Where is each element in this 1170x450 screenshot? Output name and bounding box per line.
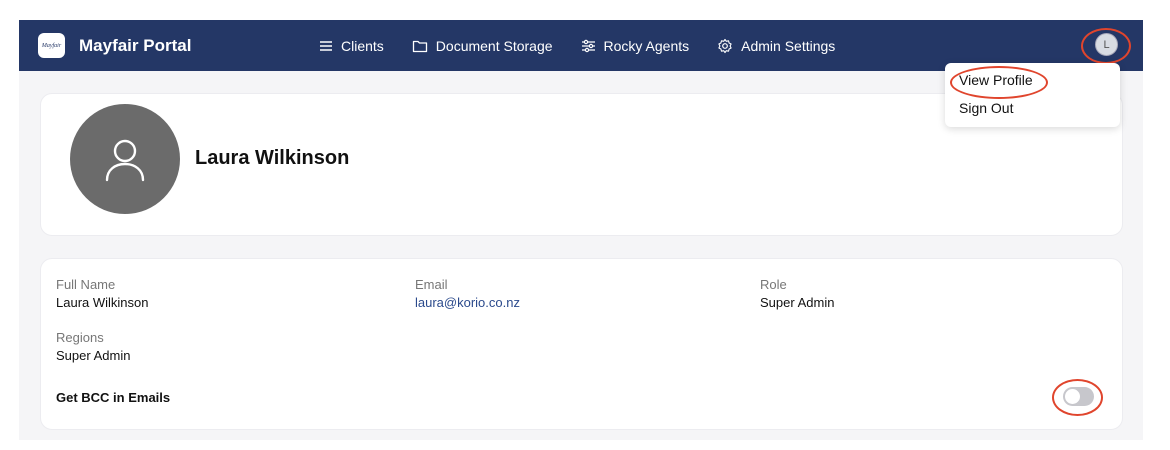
field-label: Email (415, 277, 448, 292)
field-value: Laura Wilkinson (56, 295, 149, 310)
field-label: Full Name (56, 277, 116, 292)
nav-item-admin-settings[interactable]: Admin Settings (717, 38, 835, 54)
menu-item-sign-out[interactable]: Sign Out (945, 99, 1120, 127)
sliders-icon (581, 39, 595, 52)
brand-logo: Mayfair (38, 33, 65, 58)
field-regions: Regions Super Admin (56, 330, 130, 363)
bcc-toggle[interactable] (1063, 387, 1094, 406)
field-label: Regions (56, 330, 104, 345)
folder-icon (412, 40, 427, 52)
brand-name: Mayfair Portal (79, 35, 192, 55)
profile-name: Laura Wilkinson (195, 147, 350, 169)
toggle-knob (1065, 389, 1080, 404)
user-avatar-button[interactable]: L (1095, 33, 1118, 56)
field-value: Super Admin (760, 295, 835, 310)
field-full-name: Full Name Laura Wilkinson (56, 277, 149, 310)
nav-item-document-storage[interactable]: Document Storage (412, 38, 553, 54)
field-value: Super Admin (56, 348, 131, 363)
profile-avatar (70, 104, 180, 214)
bcc-toggle-label: Get BCC in Emails (56, 390, 171, 405)
field-label: Role (760, 277, 787, 292)
nav-item-rocky-agents[interactable]: Rocky Agents (581, 37, 690, 54)
user-icon (105, 139, 145, 182)
menu-icon (320, 40, 332, 51)
app-window: Mayfair Mayfair Portal Clients Document … (19, 20, 1143, 440)
nav-item-label: Rocky Agents (603, 37, 690, 54)
menu-item-view-profile[interactable]: View Profile (945, 71, 1120, 99)
email-link[interactable]: laura@korio.co.nz (415, 295, 520, 310)
nav-menu: Clients Document Storage Rocky Agents Ad… (319, 20, 863, 71)
field-email: Email laura@korio.co.nz (415, 277, 520, 310)
nav-item-label: Document Storage (435, 37, 553, 54)
nav-item-label: Clients (341, 37, 384, 54)
profile-details-card: Full Name Laura Wilkinson Email laura@ko… (40, 258, 1123, 430)
gear-icon (718, 38, 732, 53)
nav-item-label: Admin Settings (741, 37, 836, 54)
brand[interactable]: Mayfair Mayfair Portal (38, 33, 191, 58)
nav-item-clients[interactable]: Clients (319, 38, 384, 54)
user-dropdown-menu: View Profile Sign Out (945, 63, 1120, 127)
field-role: Role Super Admin (760, 277, 834, 310)
